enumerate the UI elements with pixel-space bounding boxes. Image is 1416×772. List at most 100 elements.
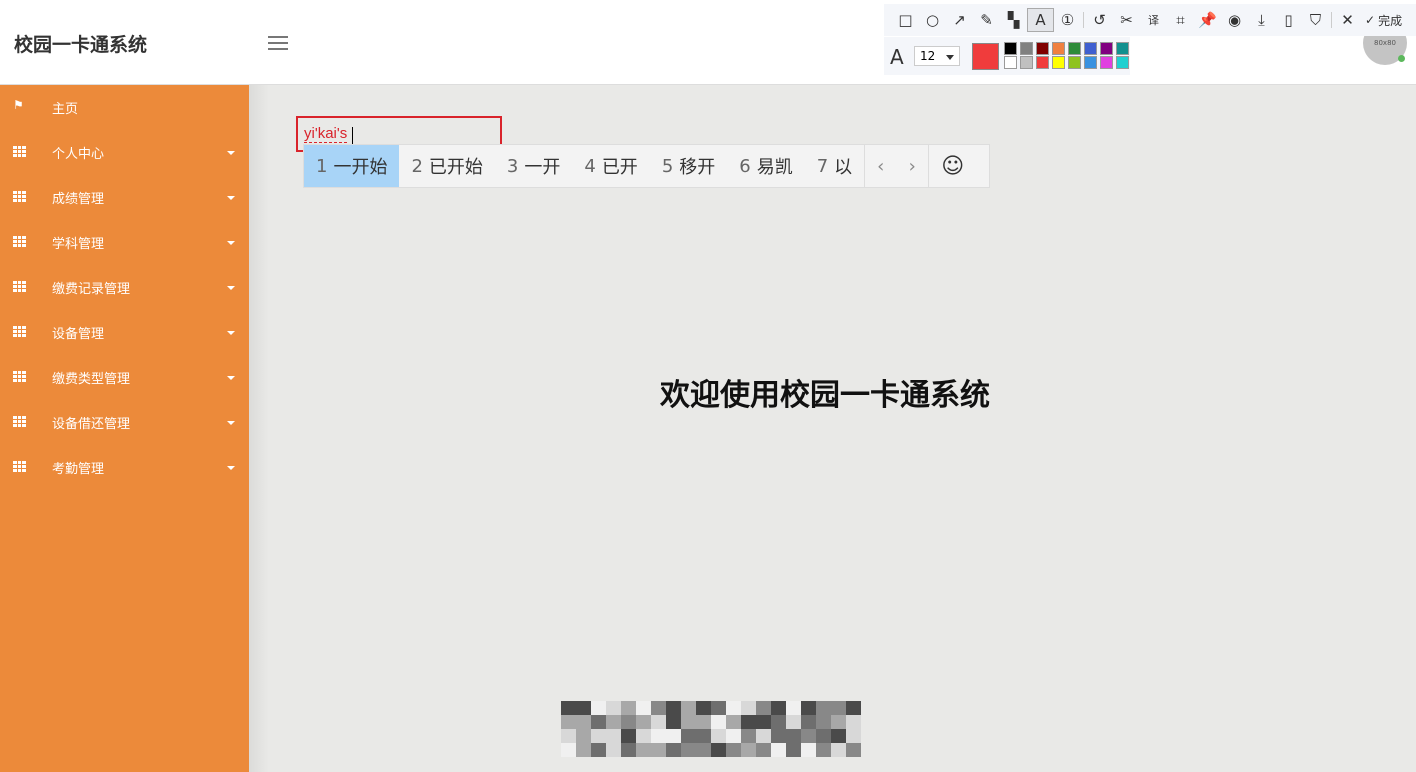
color-swatch[interactable] <box>1020 56 1033 69</box>
sidebar-item[interactable]: 成绩管理 <box>0 175 249 220</box>
cut-icon[interactable]: ✂ <box>1113 8 1140 32</box>
color-swatch[interactable] <box>1084 56 1097 69</box>
color-swatch[interactable] <box>1020 42 1033 55</box>
color-swatch[interactable] <box>1068 56 1081 69</box>
pin-icon[interactable]: 📌 <box>1194 8 1221 32</box>
translate-icon[interactable]: 译 <box>1140 8 1167 32</box>
close-icon[interactable]: ✕ <box>1334 8 1361 32</box>
ime-candidate[interactable]: 1 一开始 <box>304 145 400 187</box>
mosaic-icon[interactable]: ▚ <box>1000 8 1027 32</box>
ocr-icon[interactable]: ⌗ <box>1167 8 1194 32</box>
mosaic-cell <box>711 743 726 757</box>
mosaic-cell <box>801 729 816 743</box>
ime-candidate[interactable]: 5 移开 <box>650 145 727 187</box>
sidebar-item-label: 设备管理 <box>52 327 105 342</box>
color-swatch[interactable] <box>1100 42 1113 55</box>
sidebar-item[interactable]: 缴费类型管理 <box>0 355 249 400</box>
mosaic-cell <box>606 729 621 743</box>
font-icon: A <box>890 45 904 69</box>
grid-icon <box>13 416 26 427</box>
mosaic-cell <box>756 729 771 743</box>
number-icon[interactable]: ① <box>1054 8 1081 32</box>
current-color-swatch[interactable] <box>972 43 999 70</box>
sidebar-item[interactable]: 学科管理 <box>0 220 249 265</box>
mosaic-cell <box>591 743 606 757</box>
candidate-text: 一开 <box>524 157 561 178</box>
sidebar-item[interactable]: 个人中心 <box>0 130 249 175</box>
color-swatch[interactable] <box>1116 42 1129 55</box>
color-swatch[interactable] <box>1052 56 1065 69</box>
color-swatch[interactable] <box>1036 42 1049 55</box>
grid-icon <box>13 326 26 337</box>
mosaic-cell <box>801 701 816 715</box>
sidebar-item[interactable]: 设备管理 <box>0 310 249 355</box>
mosaic-cell <box>786 715 801 729</box>
caret-down-icon <box>227 286 235 290</box>
mosaic-cell <box>771 715 786 729</box>
mosaic-cell <box>756 701 771 715</box>
circle-icon[interactable]: ○ <box>919 8 946 32</box>
mosaic-cell <box>771 743 786 757</box>
download-icon[interactable]: ⤓ <box>1248 8 1275 32</box>
mosaic-cell <box>666 715 681 729</box>
mosaic-cell <box>786 729 801 743</box>
mosaic-cell <box>756 743 771 757</box>
phone-icon[interactable]: ▯ <box>1275 8 1302 32</box>
color-swatch[interactable] <box>1116 56 1129 69</box>
ime-candidate[interactable]: 6 易凯 <box>727 145 804 187</box>
ime-candidate[interactable]: 3 一开 <box>495 145 572 187</box>
mosaic-cell <box>666 743 681 757</box>
ime-candidate[interactable]: 2 已开始 <box>399 145 494 187</box>
mosaic-cell <box>726 701 741 715</box>
color-swatch[interactable] <box>1036 56 1049 69</box>
text-style-toolbar: A 12 <box>884 37 1130 75</box>
color-swatch[interactable] <box>1052 42 1065 55</box>
undo-icon[interactable]: ↺ <box>1086 8 1113 32</box>
color-swatch[interactable] <box>1004 42 1017 55</box>
candidate-text: 移开 <box>679 157 716 178</box>
sidebar-item[interactable]: ⚑ 主页 <box>0 85 249 130</box>
candidate-text: 已开 <box>601 157 638 178</box>
color-swatch[interactable] <box>1004 56 1017 69</box>
mosaic-cell <box>786 743 801 757</box>
rectangle-icon[interactable]: □ <box>892 8 919 32</box>
color-swatch[interactable] <box>1100 56 1113 69</box>
mosaic-cell <box>786 701 801 715</box>
mosaic-cell <box>636 715 651 729</box>
emoji-icon[interactable]: ☺ <box>928 145 976 187</box>
mosaic-cell <box>681 715 696 729</box>
bookmark-icon[interactable]: ⛉ <box>1302 8 1329 32</box>
prev-page-icon[interactable]: ‹ <box>864 145 896 187</box>
mosaic-cell <box>741 715 756 729</box>
mosaic-cell <box>846 729 861 743</box>
sidebar-item[interactable]: 考勤管理 <box>0 445 249 490</box>
ime-candidate-bar: 1 一开始 2 已开始 3 一开 4 已开 5 移开 6 易凯 7 以 ‹ › ☺ <box>303 144 990 188</box>
mosaic-cell <box>801 743 816 757</box>
text-icon[interactable]: A <box>1027 8 1054 32</box>
sidebar-item-label: 设备借还管理 <box>52 417 131 432</box>
annotation-text-input[interactable]: yi'kai's <box>304 125 348 143</box>
next-page-icon[interactable]: › <box>896 145 928 187</box>
mosaic-cell <box>621 715 636 729</box>
record-icon[interactable]: ◉ <box>1221 8 1248 32</box>
color-swatch[interactable] <box>1068 42 1081 55</box>
color-swatch[interactable] <box>1084 42 1097 55</box>
font-size-select[interactable]: 12 <box>914 46 960 66</box>
done-button[interactable]: ✓ 完成 <box>1365 12 1402 29</box>
mosaic-cell <box>696 701 711 715</box>
sidebar-item[interactable]: 缴费记录管理 <box>0 265 249 310</box>
mosaic-cell <box>621 743 636 757</box>
pencil-icon[interactable]: ✎ <box>973 8 1000 32</box>
ime-candidate[interactable]: 4 已开 <box>572 145 649 187</box>
ime-candidate[interactable]: 7以 <box>805 145 864 187</box>
divider <box>1331 12 1332 28</box>
mosaic-cell <box>831 715 846 729</box>
sidebar-item[interactable]: 设备借还管理 <box>0 400 249 445</box>
mosaic-cell <box>651 701 666 715</box>
mosaic-cell <box>606 743 621 757</box>
mosaic-cell <box>816 729 831 743</box>
menu-toggle-icon[interactable] <box>268 36 288 50</box>
mosaic-cell <box>636 743 651 757</box>
arrow-icon[interactable]: ↗ <box>946 8 973 32</box>
grid-icon <box>13 461 26 472</box>
